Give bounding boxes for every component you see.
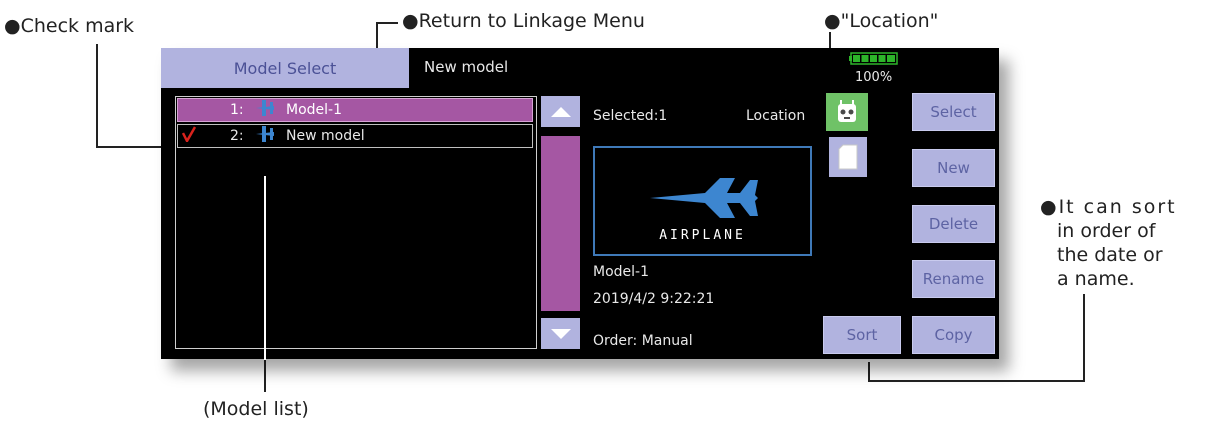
transmitter-icon (838, 100, 856, 122)
sort-button[interactable]: Sort (823, 316, 901, 354)
return-linkage-leader-h (376, 22, 398, 24)
model-list-leader-outer (264, 360, 266, 392)
location-sdcard-button[interactable] (829, 137, 867, 177)
sort-note-line4: a name. (1057, 268, 1135, 290)
sort-note-line3: the date or (1057, 244, 1163, 266)
sort-note-line1: ●It can sort (1040, 196, 1177, 218)
new-button[interactable]: New (912, 149, 995, 187)
battery-icon (849, 52, 898, 65)
model-number: 2: (230, 128, 244, 144)
check-mark-annotation: ●Check mark (4, 15, 135, 37)
sort-leader-h (868, 380, 1085, 382)
current-model-name: New model (424, 58, 509, 76)
sort-note-line2: in order of (1057, 220, 1156, 242)
airplane-icon (254, 99, 278, 121)
sort-leader-v2 (868, 362, 870, 382)
rename-button[interactable]: Rename (912, 260, 995, 298)
return-linkage-annotation: ●Return to Linkage Menu (402, 10, 645, 32)
scroll-down-button[interactable] (541, 318, 580, 349)
location-annotation: ●"Location" (824, 10, 939, 32)
model-number: 1: (230, 102, 244, 118)
model-list-annotation: (Model list) (203, 398, 309, 420)
airplane-icon (254, 125, 278, 147)
selected-indicator: Selected:1 (593, 108, 668, 124)
copy-button[interactable]: Copy (912, 316, 995, 354)
list-item[interactable]: 1: Model-1 (177, 98, 533, 122)
list-scrollbar[interactable] (541, 96, 580, 349)
battery-percent: 100% (855, 70, 893, 85)
sort-leader-v1 (1083, 294, 1085, 382)
model-select-tab[interactable]: Model Select (161, 48, 409, 88)
select-button[interactable]: Select (912, 93, 995, 131)
arrow-up-icon (550, 106, 571, 117)
scroll-thumb[interactable] (541, 136, 580, 311)
sort-order-text: Order: Manual (593, 333, 693, 349)
model-name-detail: Model-1 (593, 264, 649, 280)
model-list-leader-inner (264, 176, 266, 360)
list-item[interactable]: 2: New model (177, 124, 533, 148)
location-label: Location (746, 108, 806, 124)
delete-button[interactable]: Delete (912, 205, 995, 243)
model-name: New model (286, 128, 365, 144)
model-name: Model-1 (286, 102, 342, 118)
model-preview: AIRPLANE (593, 146, 812, 256)
check-mark-leader-h1 (96, 44, 98, 148)
model-datetime: 2019/4/2 9:22:21 (593, 291, 715, 307)
check-mark-leader-h2 (96, 146, 168, 148)
arrow-down-icon (550, 328, 571, 339)
check-mark-icon (181, 126, 202, 146)
sd-card-icon (838, 144, 858, 170)
scroll-up-button[interactable] (541, 96, 580, 127)
preview-type-label: AIRPLANE (659, 228, 746, 243)
location-transmitter-button[interactable] (826, 93, 868, 131)
